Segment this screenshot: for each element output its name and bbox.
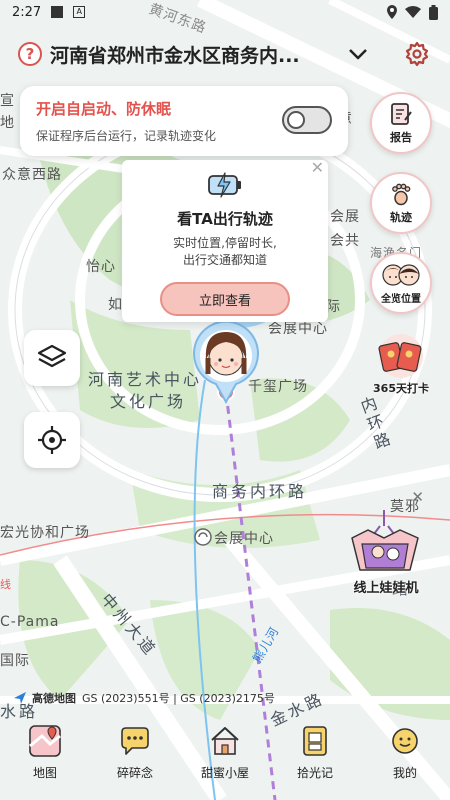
user-avatar-marker[interactable] (186, 318, 266, 404)
footprint-icon (392, 183, 411, 206)
nav-item-sweet-house[interactable]: 甜蜜小屋 (185, 724, 265, 781)
location-status-icon (387, 5, 397, 19)
checkin-365-button[interactable]: 365天打卡 (370, 334, 432, 396)
map-label-metro: 会展中心 (214, 531, 274, 547)
crosshair-icon (38, 426, 66, 454)
layers-icon (37, 344, 67, 368)
map-label-poi: C-Pama (0, 614, 60, 630)
map-label-road: 众意西路 (2, 167, 62, 183)
header-bar: ? 河南省郑州市金水区商务内... (0, 30, 450, 78)
claw-machine-icon (351, 510, 419, 571)
map-label: 如 (108, 297, 123, 313)
toggle-knob (287, 111, 305, 129)
status-time: 2:27 (12, 4, 42, 20)
copyright-text: GS (2023)551号 | GS (2023)2175号 (82, 692, 275, 705)
wifi-icon (405, 6, 421, 18)
location-title[interactable]: 河南省郑州市金水区商务内... (50, 41, 332, 68)
triangle-down-icon[interactable] (346, 42, 370, 66)
house-icon (211, 727, 239, 755)
amap-logo-text: 高德地图 (32, 692, 76, 705)
report-button[interactable]: 报告 (370, 92, 432, 154)
promo-title: 看TA出行轨迹 (177, 210, 273, 228)
status-bar: 2:27 A (0, 0, 450, 24)
map-label-poi: 河南艺术中心 (88, 370, 203, 389)
track-label: 轨迹 (390, 211, 412, 224)
nav-label-memories: 拾光记 (296, 766, 333, 780)
view-now-button[interactable]: 立即查看 (160, 282, 290, 316)
map-icon (29, 725, 61, 757)
map-label-poi: 国际 (0, 653, 30, 669)
nav-label-profile: 我的 (392, 766, 417, 780)
autostart-banner: 开启自启动、防休眠 保证程序后台运行，记录轨迹变化 (20, 86, 348, 156)
promo-description-line2: 出行交通都知道 (182, 253, 267, 267)
claw-machine-button[interactable]: 线上娃娃机 (338, 508, 434, 600)
close-icon[interactable]: ✕ (411, 488, 424, 506)
checkin-label: 365天打卡 (373, 382, 429, 395)
promo-description-line1: 实时位置,停留时长, (173, 236, 277, 250)
overview-label: 全览位置 (381, 293, 421, 305)
overview-location-button[interactable]: 全览位置 (370, 252, 432, 314)
map-label-poi: 文化广场 (110, 392, 187, 411)
notification-icon (51, 6, 64, 18)
map-label-road: 商务内环路 (212, 482, 308, 501)
map-copyright: 高德地图 GS (2023)551号 | GS (2023)2175号 (14, 690, 275, 706)
autostart-toggle[interactable] (282, 106, 332, 134)
gear-icon[interactable] (402, 39, 432, 69)
battery-icon (429, 4, 438, 20)
claw-machine-label: 线上娃娃机 (353, 581, 419, 596)
amap-logo-icon (14, 692, 26, 704)
nav-item-map[interactable]: 地图 (5, 724, 85, 781)
map-label: 地 (0, 115, 15, 131)
nav-item-profile[interactable]: 我的 (365, 724, 445, 781)
nav-label-chat: 碎碎念 (116, 766, 153, 780)
map-label: 宣 (0, 93, 15, 109)
couple-avatar-icon (382, 263, 420, 286)
nav-label-map: 地图 (32, 766, 57, 780)
chat-bubble-icon (121, 727, 149, 755)
map-label: 怡心 (86, 259, 116, 275)
report-icon (391, 103, 412, 125)
help-icon[interactable]: ? (18, 42, 42, 66)
battery-charge-icon (208, 172, 241, 198)
track-promo-card: ✕ 看TA出行轨迹 实时位置,停留时长, 出行交通都知道 立即查看 (122, 158, 328, 322)
report-label: 报告 (390, 131, 412, 144)
map-label: 会共 (330, 233, 360, 249)
red-envelope-icon (378, 334, 423, 378)
smiley-icon (392, 728, 418, 754)
bottom-navigation: 地图 碎碎念 甜蜜小屋 拾光记 我的 (0, 724, 450, 786)
map-label: 会展 (330, 209, 360, 225)
nav-item-memories[interactable]: 拾光记 (275, 724, 355, 781)
nav-label-sweet-house: 甜蜜小屋 (200, 766, 249, 780)
font-notification-icon: A (73, 6, 86, 18)
map-label: 际 (326, 299, 341, 315)
nav-item-chat[interactable]: 碎碎念 (95, 724, 175, 781)
locate-button[interactable] (24, 412, 80, 468)
map-label: 线 (0, 578, 12, 591)
track-button[interactable]: 轨迹 (370, 172, 432, 234)
close-icon[interactable]: ✕ (311, 158, 324, 177)
layers-button[interactable] (24, 330, 80, 386)
film-icon (303, 726, 327, 756)
map-label-poi: 宏光协和广场 (0, 525, 90, 541)
